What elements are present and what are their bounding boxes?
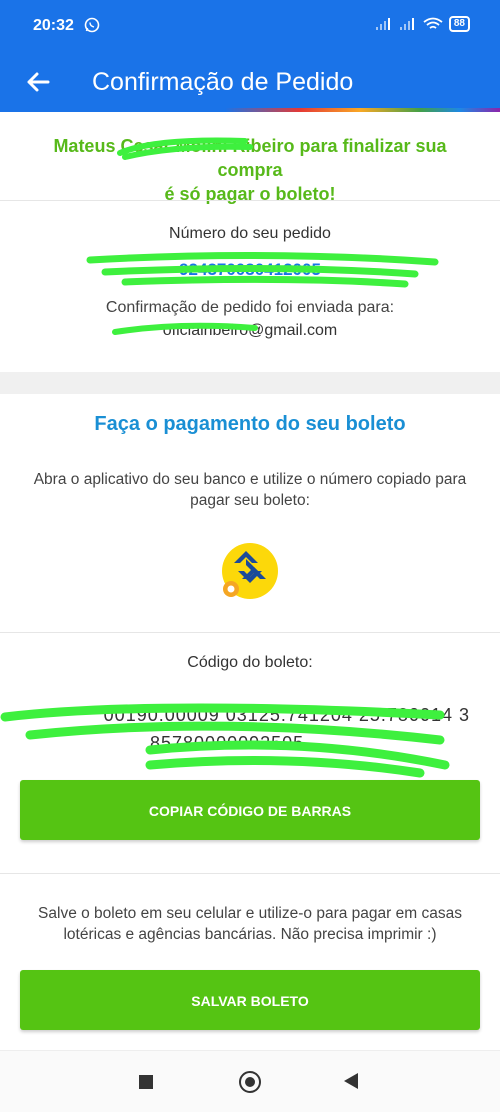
battery-icon: 88 <box>448 16 470 32</box>
divider <box>0 200 500 201</box>
order-number-label: Número do seu pedido <box>169 225 331 242</box>
boleto-code-line-2: 85780000092505 <box>150 733 305 753</box>
app-bar: Confirmação de Pedido <box>0 58 500 110</box>
status-bar: 20:32 88 <box>0 0 500 58</box>
confirmation-email: oficialribeiro@gmail.com <box>162 322 338 339</box>
boleto-code-label: Código do boleto: <box>187 654 313 671</box>
status-icons: 88 <box>375 16 470 32</box>
system-nav-bar <box>0 1050 500 1112</box>
order-number: 924370030412005 <box>179 260 321 279</box>
wifi-icon <box>423 17 443 29</box>
back-icon[interactable] <box>344 1073 358 1089</box>
confirmation-sent-label: Confirmação de pedido foi enviada para: <box>105 299 395 316</box>
save-boleto-description: Salve o boleto em seu celular e utilize-… <box>38 905 462 943</box>
status-time: 20:32 <box>33 17 74 34</box>
payment-title: Faça o pagamento do seu boleto <box>94 413 406 435</box>
copy-barcode-button[interactable]: COPIAR CÓDIGO DE BARRAS <box>20 780 480 840</box>
greeting-line-1: Mateus Cesar Molini Ribeiro para finaliz… <box>53 136 447 180</box>
signal-icon <box>375 18 390 30</box>
recents-icon[interactable] <box>139 1075 153 1089</box>
divider <box>0 632 500 633</box>
greeting-line-2: é só pagar o boleto! <box>164 184 336 204</box>
divider <box>0 873 500 874</box>
page-title: Confirmação de Pedido <box>92 68 354 96</box>
whatsapp-icon <box>84 17 100 33</box>
save-boleto-button[interactable]: SALVAR BOLETO <box>20 970 480 1030</box>
signal-icon <box>399 18 414 30</box>
greeting-message: Mateus Cesar Molini Ribeiro para finaliz… <box>20 134 480 206</box>
app-bar-gradient <box>0 108 500 112</box>
boleto-code-line-1: 00190.00009 03125.741204 25.780014 3 <box>103 705 470 725</box>
payment-description: Abra o aplicativo do seu banco e utilize… <box>33 471 467 509</box>
home-icon[interactable] <box>239 1071 261 1093</box>
section-separator <box>0 372 500 394</box>
arrow-left-icon[interactable] <box>22 66 54 98</box>
banco-do-brasil-logo <box>222 543 278 599</box>
